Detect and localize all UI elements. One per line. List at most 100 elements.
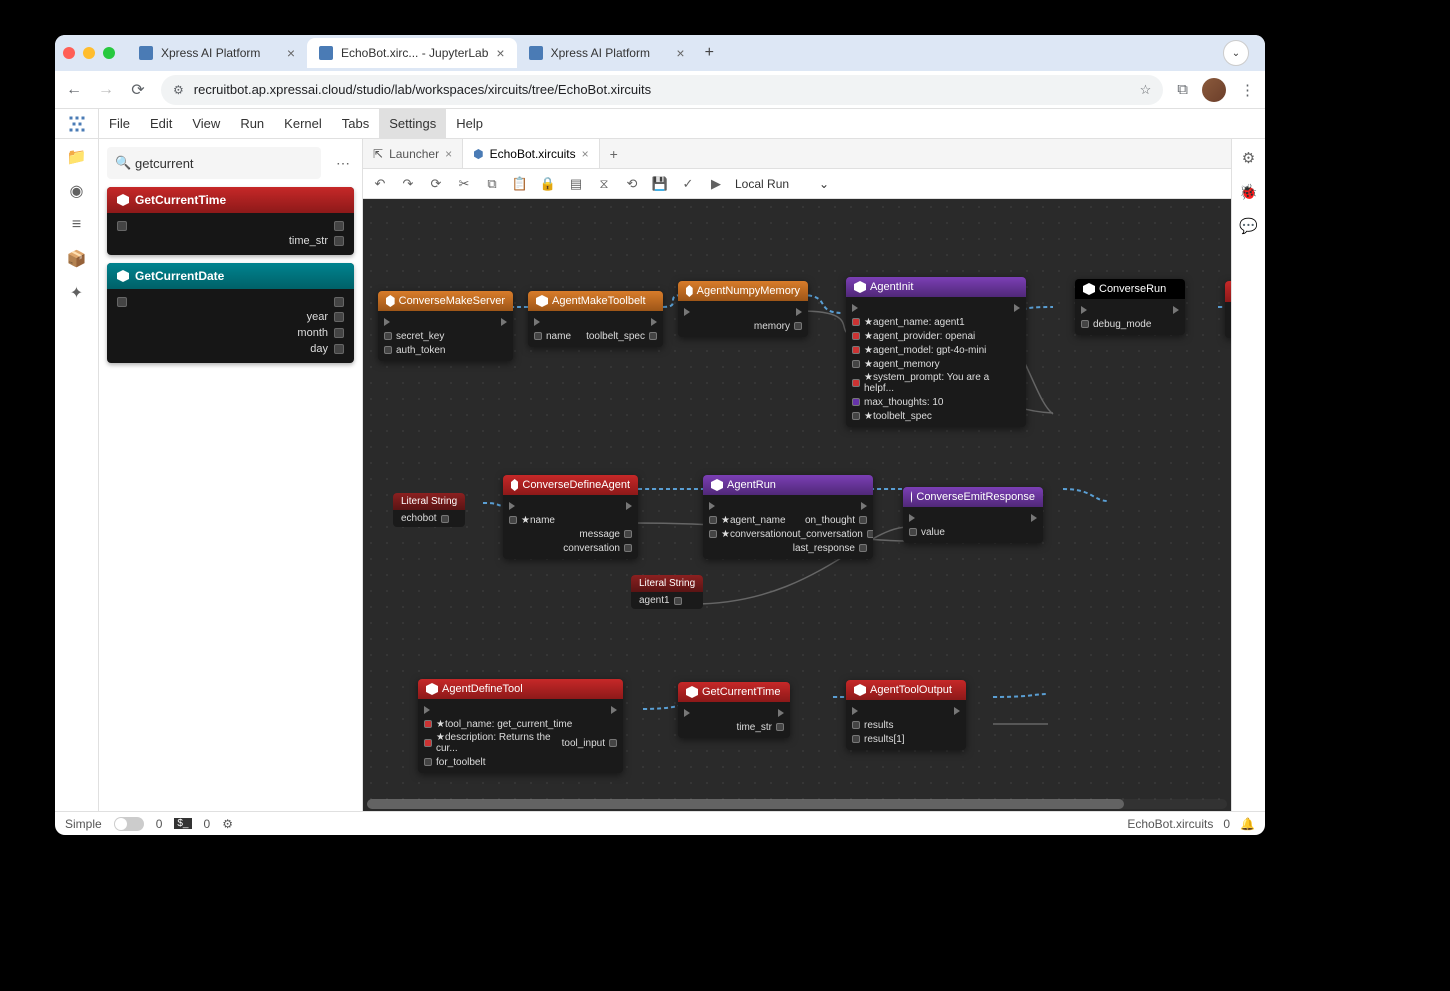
log-button[interactable]: ▤ [567,176,585,192]
simple-mode-toggle[interactable] [114,817,144,831]
menu-view[interactable]: View [182,109,230,138]
run-button[interactable]: ▶ [707,176,725,192]
new-tab-button[interactable]: + [697,44,722,62]
node-canvas[interactable]: ConverseMakeServer secret_key auth_token… [363,199,1231,811]
browser-tab[interactable]: EchoBot.xirc... - JupyterLab × [307,38,517,68]
node-agent-tool-output[interactable]: AgentToolOutput results results[1] [846,680,966,750]
port-label: ★agent_model: gpt-4o-mini [864,345,986,356]
search-input[interactable] [107,147,321,179]
paste-button[interactable]: 📋 [511,176,529,192]
menu-edit[interactable]: Edit [140,109,182,138]
app-logo-icon[interactable] [55,109,99,139]
node-agent-numpy-memory[interactable]: AgentNumpyMemory memory [678,281,808,337]
node-converse-make-server[interactable]: ConverseMakeServer secret_key auth_token [378,291,513,361]
site-settings-icon[interactable]: ⚙ [173,83,184,97]
node-icon [686,686,698,698]
test-button[interactable]: ⧖ [595,176,613,192]
profile-avatar[interactable] [1202,78,1226,102]
property-inspector-icon[interactable]: ⚙ [1242,149,1255,167]
menu-kernel[interactable]: Kernel [274,109,332,138]
menu-tabs[interactable]: Tabs [332,109,379,138]
close-icon[interactable]: × [582,147,589,161]
url-text: recruitbot.ap.xpressai.cloud/studio/lab/… [194,82,651,97]
close-window-button[interactable] [63,47,75,59]
undo-button[interactable]: ↶ [371,176,389,192]
compile-button[interactable]: ⟲ [623,176,641,192]
node-finish[interactable]: 🔒Finish outputs [1225,281,1231,338]
lock-button[interactable]: 🔒 [539,176,557,192]
cut-button[interactable]: ✂ [455,176,473,192]
add-tab-button[interactable]: + [600,139,628,168]
node-literal-string[interactable]: Literal String agent1 [631,575,703,609]
extensions-bar-icon[interactable]: ✦ [67,283,87,303]
browser-tab[interactable]: Xpress AI Platform × [517,38,697,68]
menu-help[interactable]: Help [446,109,493,138]
port-label: tool_input [562,738,605,749]
validate-button[interactable]: ✓ [679,176,697,192]
node-title: Literal String [393,493,465,510]
scrollbar-thumb[interactable] [367,799,1124,809]
save-button[interactable]: 💾 [651,176,669,192]
reload-button[interactable]: ⟳ [129,80,147,100]
file-browser-icon[interactable]: 📁 [67,147,87,167]
menu-icon[interactable]: ⋮ [1240,81,1255,99]
toc-icon[interactable]: ≡ [67,215,87,235]
more-icon[interactable]: ⋯ [332,155,354,172]
tab-title: EchoBot.xirc... - JupyterLab [341,46,488,60]
bookmark-icon[interactable]: ☆ [1140,82,1152,98]
close-icon[interactable]: × [287,45,295,61]
menu-file[interactable]: File [99,109,140,138]
port-label: conversation [563,543,620,554]
port-label: ★conversation [721,529,787,540]
extensions-icon[interactable]: ⧉ [1177,81,1188,98]
node-get-current-time[interactable]: GetCurrentTime time_str [678,682,790,738]
bell-icon[interactable]: 🔔 [1240,817,1255,831]
node-literal-string[interactable]: Literal String echobot [393,493,465,527]
back-button[interactable]: ← [65,81,83,99]
close-icon[interactable]: × [445,147,452,161]
maximize-window-button[interactable] [103,47,115,59]
node-title: AgentNumpyMemory [697,285,800,297]
node-converse-emit-response[interactable]: ConverseEmitResponse value [903,487,1043,543]
literal-value: echobot [401,513,437,524]
close-icon[interactable]: × [496,45,504,61]
node-icon [386,295,395,307]
reload-node-button[interactable]: ⟳ [427,176,445,192]
running-icon[interactable]: ◉ [67,181,87,201]
chat-icon[interactable]: 💬 [1239,217,1258,235]
node-icon [911,491,912,503]
minimize-window-button[interactable] [83,47,95,59]
port-label: results [864,720,893,731]
node-agent-run[interactable]: AgentRun ★agent_nameon_thought ★conversa… [703,475,873,559]
menu-run[interactable]: Run [230,109,274,138]
component-name: GetCurrentTime [135,193,226,207]
doc-tab-echobot[interactable]: ⬢ EchoBot.xircuits × [463,139,600,168]
url-input[interactable]: ⚙ recruitbot.ap.xpressai.cloud/studio/la… [161,75,1163,105]
editor-content: ⇱ Launcher × ⬢ EchoBot.xircuits × + ↶ ↷ … [363,139,1231,811]
simple-mode-label: Simple [65,817,102,831]
node-icon [536,295,548,307]
node-agent-make-toolbelt[interactable]: AgentMakeToolbelt nametoolbelt_spec [528,291,663,347]
copy-button[interactable]: ⧉ [483,176,501,192]
tab-overflow-button[interactable]: ⌄ [1223,40,1249,66]
menu-settings[interactable]: Settings [379,109,446,138]
browser-tab[interactable]: Xpress AI Platform × [127,38,307,68]
debugger-icon[interactable]: 🐞 [1239,183,1258,201]
node-agent-init[interactable]: AgentInit ★agent_name: agent1 ★agent_pro… [846,277,1026,427]
run-target-select[interactable]: Local Run ⌄ [735,177,829,191]
gear-icon[interactable]: ⚙ [222,817,233,831]
component-card[interactable]: GetCurrentTime time_str [107,187,354,255]
component-card[interactable]: GetCurrentDate year month day [107,263,354,363]
redo-button[interactable]: ↷ [399,176,417,192]
node-agent-define-tool[interactable]: AgentDefineTool ★tool_name: get_current_… [418,679,623,773]
horizontal-scrollbar[interactable] [367,799,1227,809]
node-converse-run[interactable]: ConverseRun debug_mode [1075,279,1185,335]
terminal-icon[interactable]: $_ [174,818,191,829]
close-icon[interactable]: × [676,45,684,61]
forward-button[interactable]: → [97,81,115,99]
port-label: out_conversation [787,529,863,540]
doc-tab-launcher[interactable]: ⇱ Launcher × [363,139,463,168]
components-icon[interactable]: 📦 [67,249,87,269]
node-converse-define-agent[interactable]: ConverseDefineAgent ★name message conver… [503,475,638,559]
port-label: ★name [521,515,555,526]
